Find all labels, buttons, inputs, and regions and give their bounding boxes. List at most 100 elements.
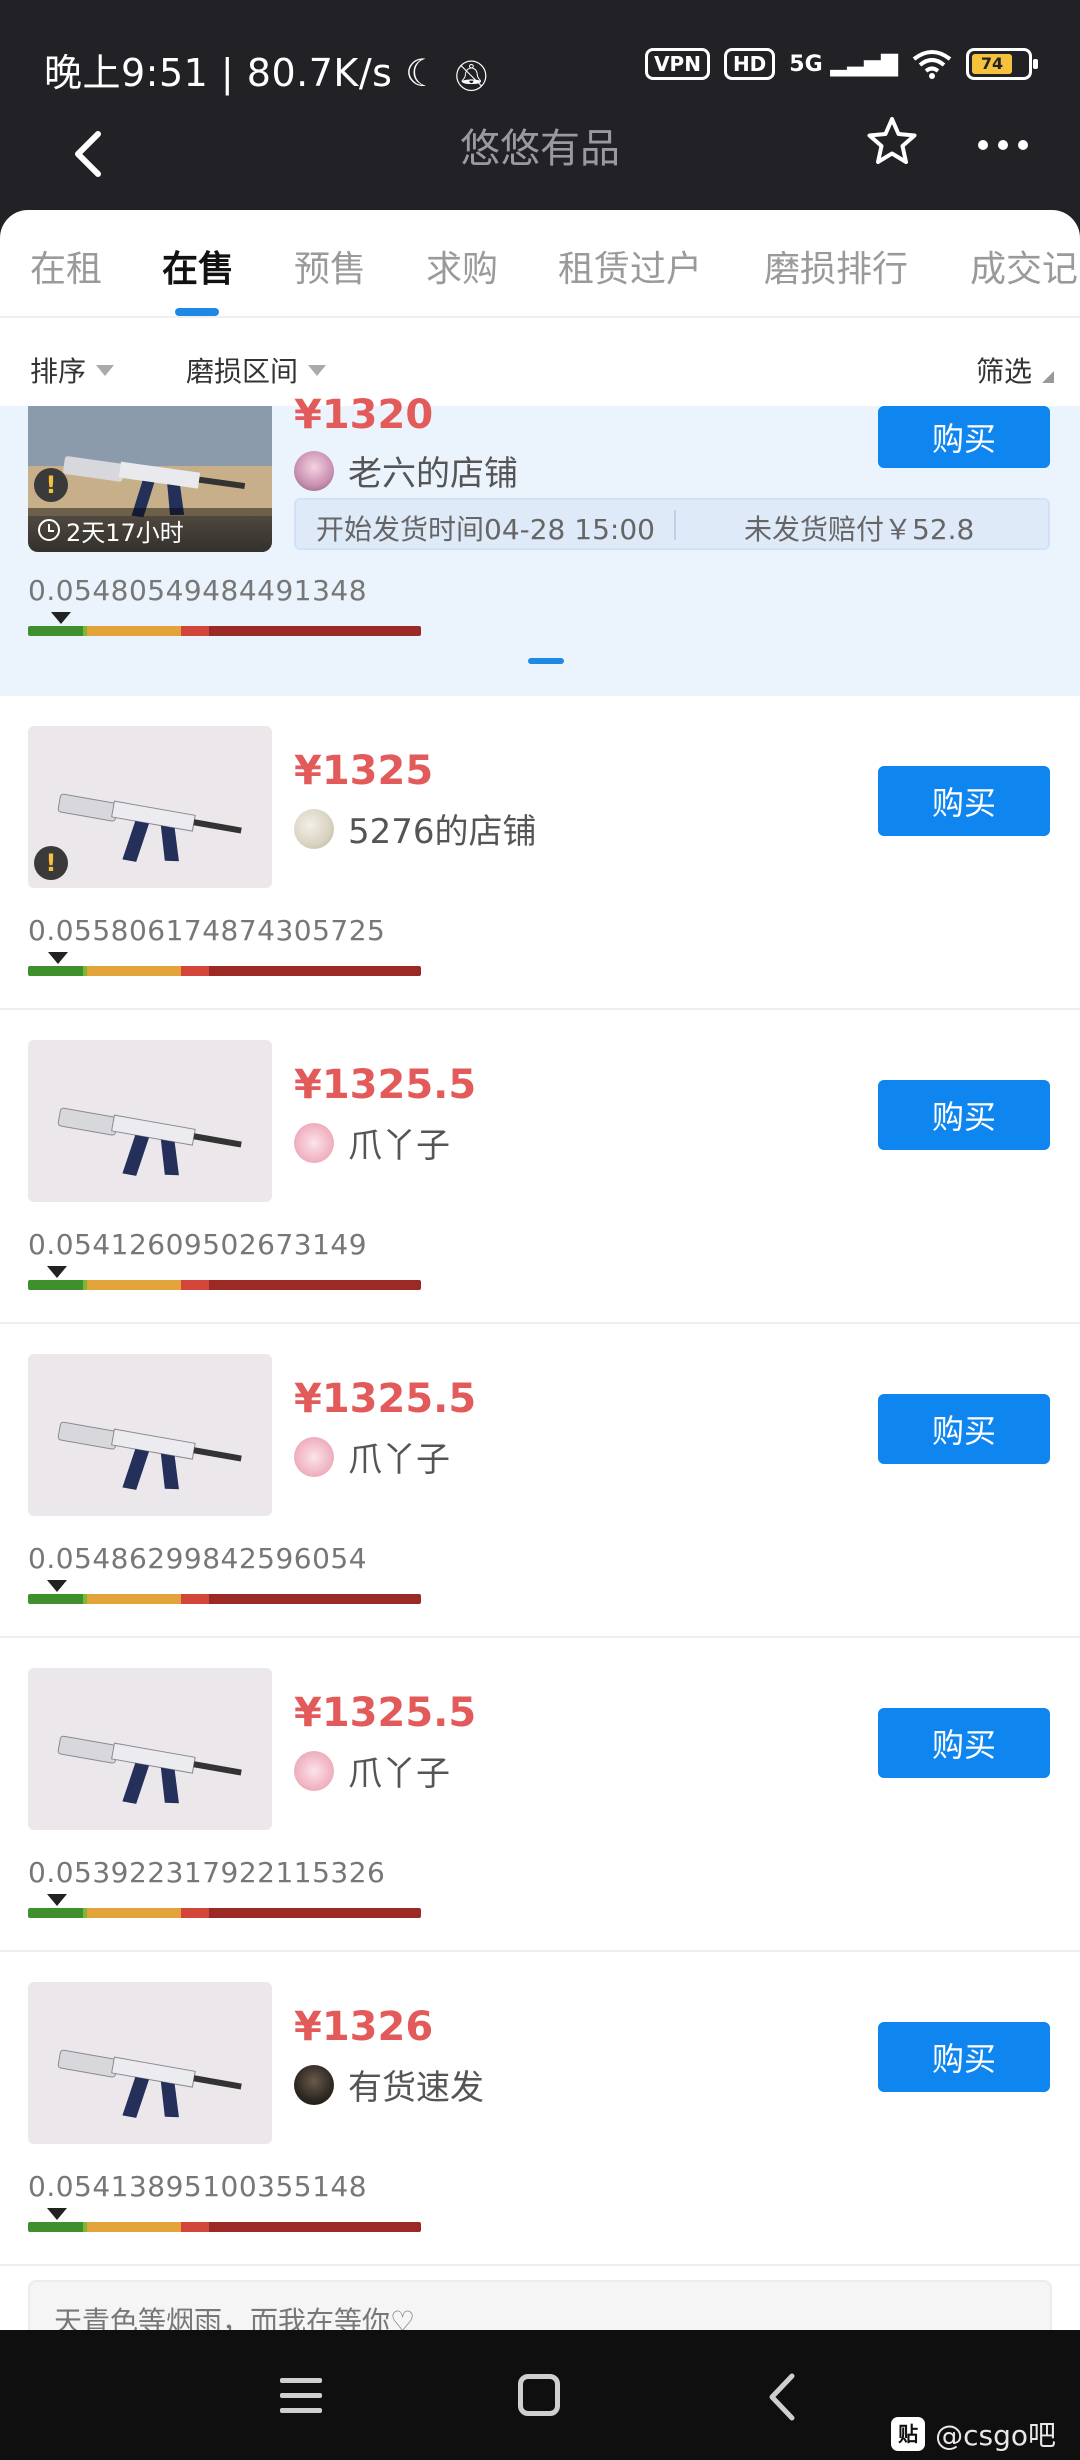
wear-bar: [28, 1280, 421, 1290]
item-price: ¥1320: [294, 392, 434, 438]
rifle-image: [57, 1107, 242, 1176]
tab-wanted[interactable]: 求购: [426, 240, 498, 292]
home-icon[interactable]: [518, 2374, 560, 2416]
shop-name: 5276的店铺: [348, 812, 537, 852]
shop-name: 爪丫子: [348, 1126, 450, 1166]
buy-button[interactable]: 购买: [878, 2022, 1050, 2092]
wear-marker: [47, 2208, 67, 2220]
tab-lease-transfer[interactable]: 租赁过户: [558, 240, 702, 292]
comment-text: 天青色等烟雨，而我在等你♡: [54, 2305, 416, 2330]
comment-box[interactable]: 天青色等烟雨，而我在等你♡: [28, 2280, 1052, 2330]
caret-down-icon: [308, 364, 327, 376]
shipping-info: 开始发货时间04-28 15:00 未发货赔付￥52.8: [294, 498, 1050, 550]
shop-avatar: [294, 1122, 334, 1163]
buy-button[interactable]: 购买: [878, 406, 1050, 468]
wear-float: 0.05412609502673149: [28, 1228, 368, 1261]
status-time: 晚上9:51 | 80.7K/s ☾ 🔕︎: [44, 42, 491, 97]
shop-name: 爪丫子: [348, 1440, 450, 1480]
rifle-image: [57, 2049, 242, 2118]
wear-bar: [28, 966, 421, 976]
warning-icon: !: [34, 846, 68, 880]
wear-marker: [48, 952, 68, 964]
tab-bar: 在租 在售 预售 求购 租赁过户 磨损排行 成交记: [0, 210, 1080, 318]
shop-info[interactable]: 有货速发: [294, 2060, 484, 2109]
tab-on-sale[interactable]: 在售: [162, 240, 234, 292]
wear-range-dropdown[interactable]: 磨损区间: [186, 350, 327, 390]
shop-avatar: [294, 1436, 334, 1477]
item-image: !: [28, 726, 272, 888]
timer-text: 2天17小时: [66, 518, 184, 547]
item-image: ! 2天17小时: [28, 406, 272, 552]
wear-bar: [28, 2222, 421, 2232]
item-price: ¥1325.5: [294, 1690, 477, 1736]
ship-compensation: 未发货赔付￥52.8: [744, 513, 975, 546]
shop-info[interactable]: 爪丫子: [294, 1432, 450, 1481]
buy-button[interactable]: 购买: [878, 1708, 1050, 1778]
listing-item[interactable]: ¥1325.5 爪丫子 购买 0.05412609502673149: [0, 1010, 1080, 1324]
star-icon[interactable]: [864, 114, 920, 170]
buy-button[interactable]: 购买: [878, 1080, 1050, 1150]
rifle-image: [57, 1421, 242, 1490]
wear-float: 0.053922317922115326: [28, 1856, 386, 1889]
item-image: [28, 1668, 272, 1830]
tab-wear-ranking[interactable]: 磨损排行: [764, 240, 908, 292]
item-image: [28, 1354, 272, 1516]
vpn-badge: VPN: [645, 48, 710, 80]
nav-back-icon[interactable]: [764, 2372, 800, 2422]
watermark-text: @csgo吧: [935, 2419, 1056, 2452]
wifi-icon: [912, 50, 952, 79]
wear-marker: [47, 1894, 67, 1906]
wear-float: 0.055806174874305725: [28, 914, 386, 947]
rifle-image: [57, 1735, 242, 1804]
listing-item[interactable]: ! ¥1325 5276的店铺 购买 0.055806174874305725: [0, 696, 1080, 1010]
wear-marker: [47, 1266, 67, 1278]
wear-bar: [28, 1594, 421, 1604]
shop-info[interactable]: 老六的店铺: [294, 446, 518, 495]
listing-item[interactable]: ¥1326 有货速发 购买 0.05413895100355148: [0, 1952, 1080, 2266]
content-sheet: 在租 在售 预售 求购 租赁过户 磨损排行 成交记 排序 磨损区间 筛选 ! 2…: [0, 210, 1080, 2330]
listing-item[interactable]: ¥1325.5 爪丫子 购买 0.053922317922115326: [0, 1638, 1080, 1952]
wear-float: 0.05486299842596054: [28, 1542, 368, 1575]
battery-icon: 74: [966, 48, 1038, 80]
item-image: [28, 1040, 272, 1202]
shop-info[interactable]: 爪丫子: [294, 1118, 450, 1167]
buy-button[interactable]: 购买: [878, 1394, 1050, 1464]
tab-presale[interactable]: 预售: [294, 240, 366, 292]
shop-name: 有货速发: [348, 2068, 484, 2108]
status-time-speed: 晚上9:51 | 80.7K/s: [44, 51, 393, 95]
item-price: ¥1325.5: [294, 1062, 477, 1108]
more-icon[interactable]: [978, 140, 1028, 150]
filter-bar: 排序 磨损区间 筛选: [0, 320, 1080, 416]
wear-bar: [28, 1908, 421, 1918]
shop-info[interactable]: 5276的店铺: [294, 804, 537, 853]
warning-icon: !: [34, 468, 68, 502]
shop-name: 爪丫子: [348, 1754, 450, 1794]
listing-item[interactable]: ¥1325.5 爪丫子 购买 0.05486299842596054: [0, 1324, 1080, 1638]
filter-button[interactable]: 筛选: [976, 350, 1054, 390]
clock-icon: [38, 519, 60, 541]
tab-rent[interactable]: 在租: [30, 240, 102, 292]
corner-triangle-icon: [1042, 371, 1054, 383]
shop-avatar: [294, 808, 334, 849]
tab-transactions[interactable]: 成交记: [970, 240, 1078, 292]
status-icons: VPN HD 5G ▂▃▅▇ 74: [645, 48, 1038, 80]
tieba-logo: 贴: [891, 2417, 926, 2451]
shop-info[interactable]: 爪丫子: [294, 1746, 450, 1795]
sort-dropdown[interactable]: 排序: [30, 350, 115, 390]
wear-marker: [51, 612, 71, 624]
system-nav-bar: 贴 @csgo吧: [0, 2330, 1080, 2460]
item-image: [28, 1982, 272, 2144]
battery-level: 74: [972, 54, 1012, 74]
menu-icon[interactable]: [280, 2378, 322, 2413]
item-price: ¥1325: [294, 748, 434, 794]
wear-marker: [47, 1580, 67, 1592]
signal-icon: 5G ▂▃▅▇: [789, 51, 898, 77]
ship-start-time: 开始发货时间04-28 15:00: [316, 513, 655, 546]
featured-listing[interactable]: ! 2天17小时 ¥1320 老六的店铺 购买 开始发货时间04-28 15:0…: [0, 392, 1080, 696]
shop-avatar: [294, 1750, 334, 1791]
wear-float: 0.05413895100355148: [28, 2170, 368, 2203]
hd-badge: HD: [723, 48, 776, 80]
buy-button[interactable]: 购买: [878, 766, 1050, 836]
item-price: ¥1325.5: [294, 1376, 477, 1422]
divider: [674, 510, 676, 540]
